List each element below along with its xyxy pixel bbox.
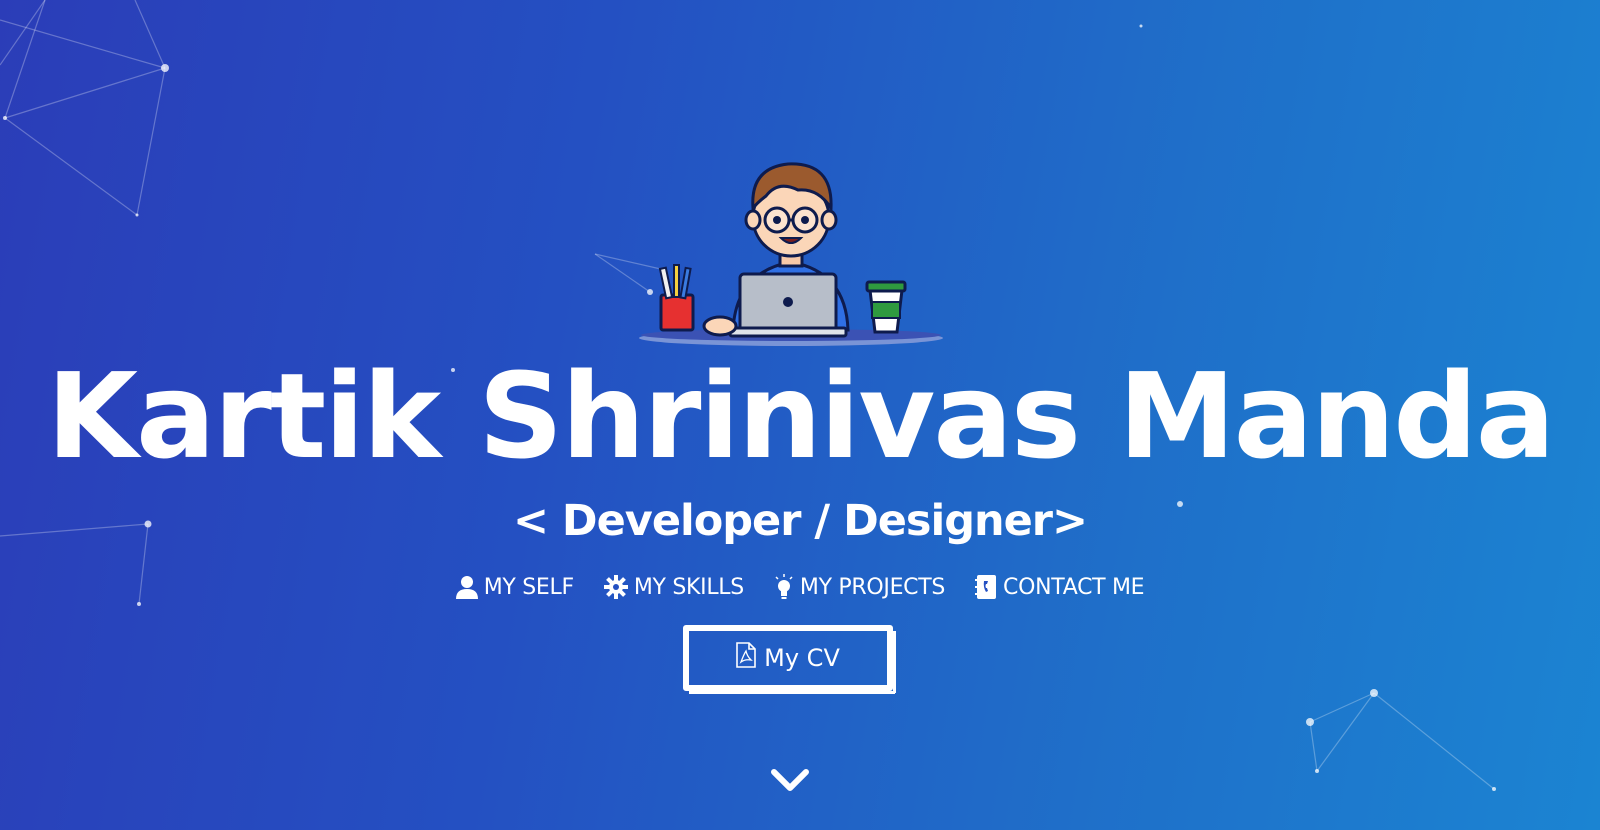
hero-section: Kartik Shrinivas Manda < Developer / Des… [0,0,1600,830]
hero-name: Kartik Shrinivas Manda [46,347,1556,485]
nav-link-label: MY PROJECTS [799,574,946,600]
scroll-down-button[interactable] [770,766,810,796]
user-icon [455,575,478,599]
nav-link-contact-me[interactable]: CONTACT ME [975,574,1145,600]
my-cv-label: My CV [764,644,840,672]
gear-icon [603,575,628,599]
nav-link-label: MY SELF [483,574,574,600]
chevron-down-icon [770,769,810,800]
hero-role: < Developer / Designer> [512,496,1088,546]
nav-link-label: MY SKILLS [633,574,744,600]
pdf-file-icon [736,642,756,674]
main-nav: MY SELF MY SKILLS MY PROJECTS CONTACT ME [0,574,1600,600]
nav-link-my-projects[interactable]: MY PROJECTS [774,574,945,600]
my-cv-button[interactable]: My CV [683,625,896,694]
nav-link-my-skills[interactable]: MY SKILLS [603,574,744,600]
nav-link-my-self[interactable]: MY SELF [455,574,574,600]
nav-link-label: CONTACT ME [1003,574,1145,600]
contact-book-icon [975,574,997,600]
developer-avatar-illustration [639,162,943,346]
lightbulb-icon [774,574,794,600]
